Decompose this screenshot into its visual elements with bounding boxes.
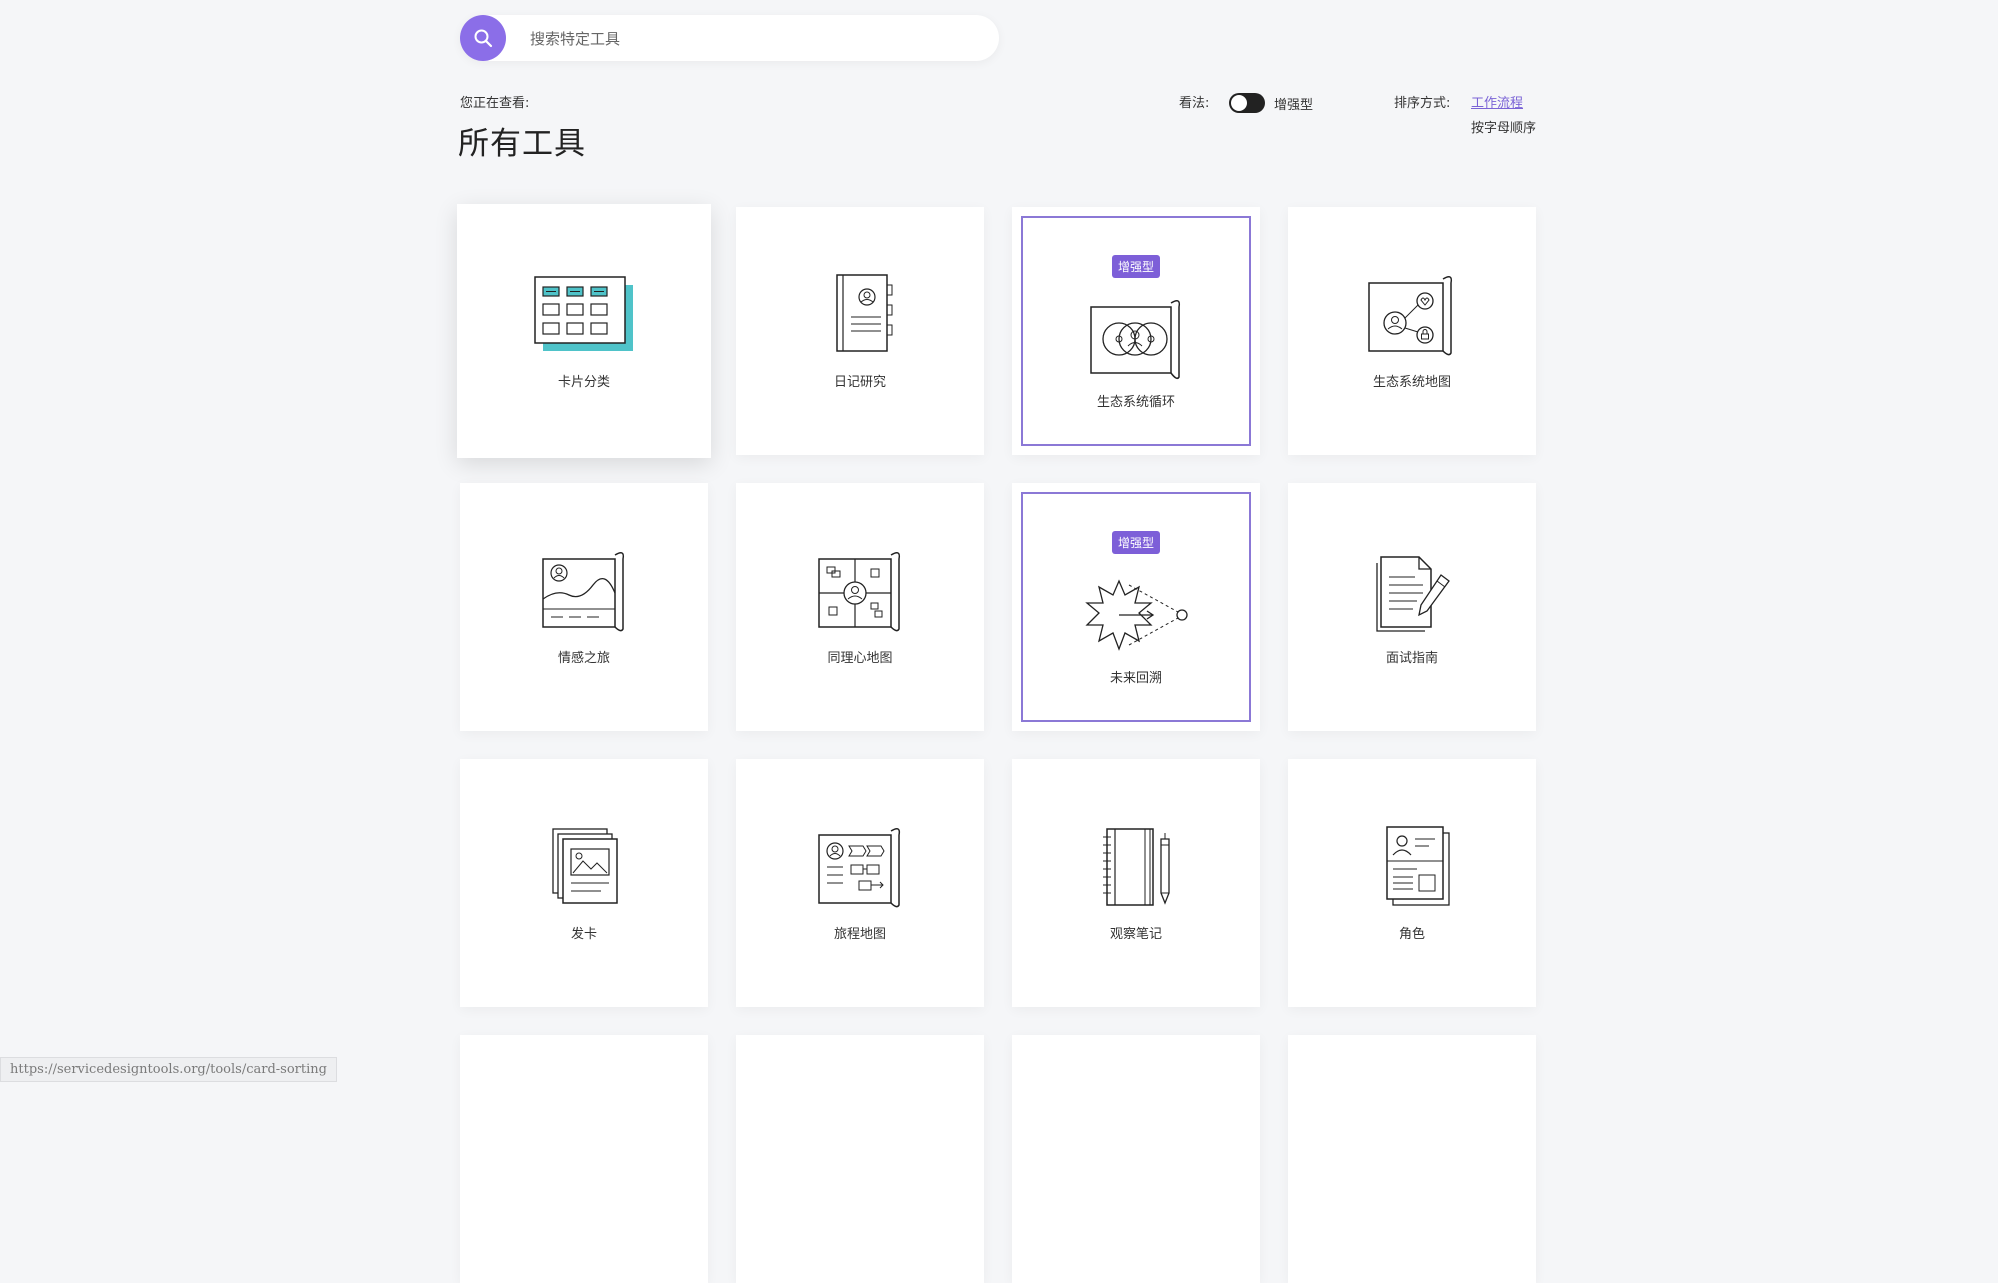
diary-study-icon (836, 274, 893, 352)
tool-card-card-deck[interactable]: 发卡 (460, 759, 708, 1007)
tool-card-backcasting[interactable]: 增强型 未来回溯 (1012, 483, 1260, 731)
tool-card-label: 卡片分类 (557, 375, 610, 390)
interview-guide-icon (1376, 556, 1450, 632)
tool-card[interactable] (1288, 1035, 1536, 1283)
status-bar-url: https://servicedesigntools.org/tools/car… (0, 1057, 337, 1082)
viewing-label: 您正在查看: (460, 96, 530, 111)
tool-card-label: 情感之旅 (557, 651, 610, 666)
backcasting-icon (1085, 579, 1188, 651)
toggle-label: 增强型 (1274, 98, 1314, 113)
tool-card[interactable] (736, 1035, 984, 1283)
ecosystem-map-icon (1368, 276, 1453, 356)
persona-icon (1386, 826, 1450, 906)
tool-card-label: 面试指南 (1385, 651, 1438, 666)
enhanced-badge: 增强型 (1111, 531, 1161, 554)
tool-card-label: 生态系统循环 (1096, 395, 1175, 410)
search-bar[interactable] (460, 15, 999, 63)
tool-card-empathy-map[interactable]: 同理心地图 (736, 483, 984, 731)
sort-workflow-link[interactable]: 工作流程 (1471, 92, 1523, 111)
tool-card-diary-study[interactable]: 日记研究 (736, 207, 984, 455)
tool-card-label: 日记研究 (833, 375, 886, 390)
tool-card-ecosystem-cycle[interactable]: 增强型 生态系统循环 (1012, 207, 1260, 455)
tool-card-persona[interactable]: 角色 (1288, 759, 1536, 1007)
tool-card-emotional-journey[interactable]: 情感之旅 (460, 483, 708, 731)
tool-card-observation-notes[interactable]: 观察笔记 (1012, 759, 1260, 1007)
tool-card-label: 生态系统地图 (1372, 375, 1451, 390)
journey-map-icon (818, 828, 901, 908)
observation-notes-icon (1103, 828, 1170, 906)
card-deck-icon (552, 828, 618, 904)
tool-card-journey-map[interactable]: 旅程地图 (736, 759, 984, 1007)
search-button[interactable] (460, 15, 506, 61)
tool-card-label: 角色 (1398, 927, 1425, 942)
tool-card-interview-guide[interactable]: 面试指南 (1288, 483, 1536, 731)
enhanced-toggle[interactable] (1229, 93, 1265, 113)
search-icon (474, 29, 493, 48)
tool-card-label: 未来回溯 (1109, 671, 1162, 686)
search-input[interactable] (528, 15, 972, 63)
tool-card-label: 同理心地图 (827, 651, 893, 666)
page-title: 所有工具 (458, 126, 586, 162)
tool-card[interactable] (1012, 1035, 1260, 1283)
tool-card[interactable] (460, 1035, 708, 1283)
emotional-journey-icon (542, 552, 625, 632)
sort-alphabetical-link[interactable]: 按字母顺序 (1471, 117, 1536, 136)
enhanced-badge: 增强型 (1111, 255, 1161, 278)
toggle-knob (1231, 95, 1247, 111)
sort-label: 排序方式: (1394, 96, 1451, 111)
tool-card-label: 发卡 (570, 927, 597, 942)
ecosystem-cycle-icon (1090, 300, 1181, 380)
card-sorting-icon (534, 276, 633, 351)
view-label: 看法: (1179, 96, 1210, 111)
tool-card-label: 观察笔记 (1109, 927, 1162, 942)
tool-card-ecosystem-map[interactable]: 生态系统地图 (1288, 207, 1536, 455)
empathy-map-icon (818, 552, 901, 632)
tool-card-label: 旅程地图 (833, 927, 886, 942)
tool-card-card-sorting[interactable]: 卡片分类 (457, 204, 711, 458)
